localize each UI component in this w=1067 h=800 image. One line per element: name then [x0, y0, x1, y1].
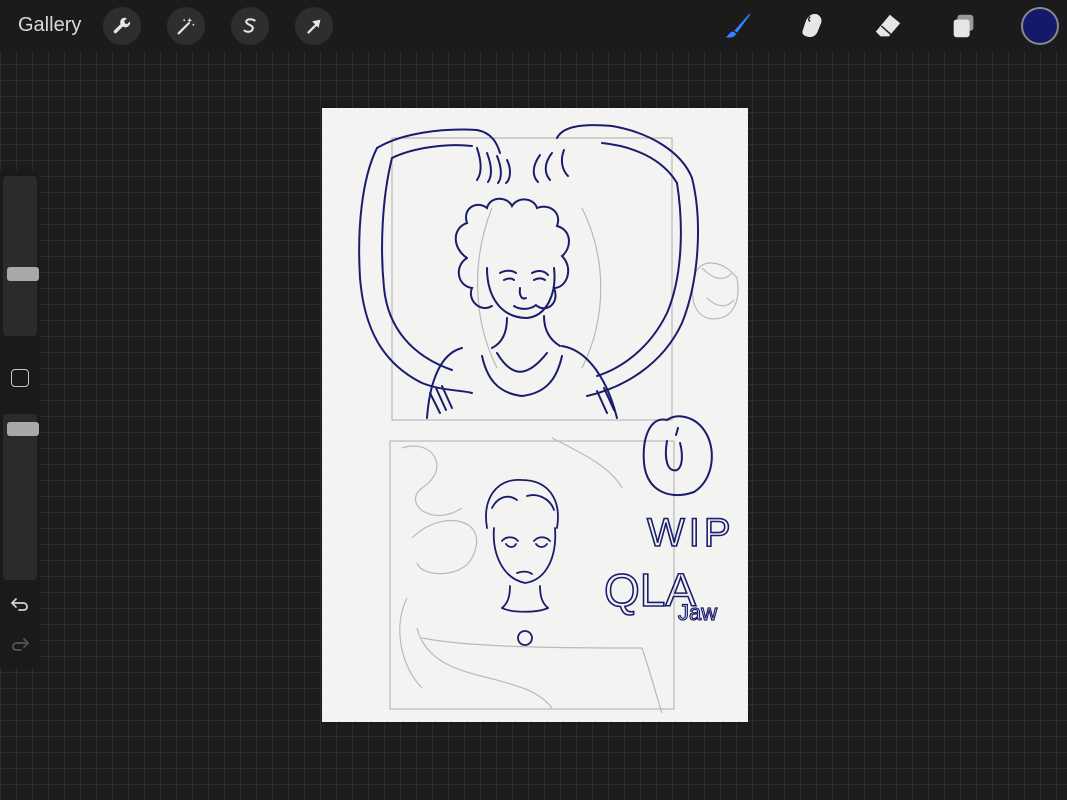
actions-button[interactable] [103, 7, 141, 45]
arrow-cursor-icon [307, 19, 321, 34]
top-toolbar: Gallery [0, 0, 1067, 52]
color-picker-swatch[interactable] [1021, 7, 1059, 45]
left-sidebar [0, 170, 40, 668]
smudge-finger-icon [802, 13, 822, 38]
smudge-tool-button[interactable] [794, 8, 830, 44]
eraser-icon [875, 14, 901, 37]
gallery-button[interactable]: Gallery [18, 13, 81, 37]
transform-button[interactable] [295, 7, 333, 45]
opacity-slider[interactable] [3, 414, 39, 580]
wrench-icon [113, 17, 131, 34]
ink-line-art-top [358, 124, 699, 419]
opacity-slider-thumb[interactable] [7, 421, 39, 436]
drawing-canvas[interactable]: WIP QLA Jaw [322, 108, 748, 722]
brush-icon [725, 13, 751, 38]
adjustments-button[interactable] [167, 7, 205, 45]
brush-size-slider[interactable] [3, 176, 39, 336]
undo-button[interactable] [9, 595, 31, 613]
pencil-sketch-layer [389, 137, 739, 714]
eraser-tool-button[interactable] [870, 8, 906, 44]
ink-line-art-bottom [485, 479, 559, 646]
note-tail: Jaw [678, 600, 717, 625]
redo-arrow-icon [12, 638, 29, 651]
handwritten-notes [642, 415, 713, 497]
undo-arrow-icon [11, 598, 28, 611]
note-wip: WIP [647, 511, 735, 555]
magic-wand-icon [177, 17, 195, 35]
layers-icon [953, 14, 974, 38]
selection-button[interactable] [231, 7, 269, 45]
square-icon[interactable] [11, 369, 29, 387]
brush-size-slider-thumb[interactable] [7, 267, 39, 282]
brush-tool-button[interactable] [720, 8, 756, 44]
artwork-sketch: WIP QLA Jaw [358, 124, 739, 714]
selection-s-icon [243, 18, 256, 33]
layers-button[interactable] [946, 8, 982, 44]
redo-button[interactable] [9, 635, 31, 653]
